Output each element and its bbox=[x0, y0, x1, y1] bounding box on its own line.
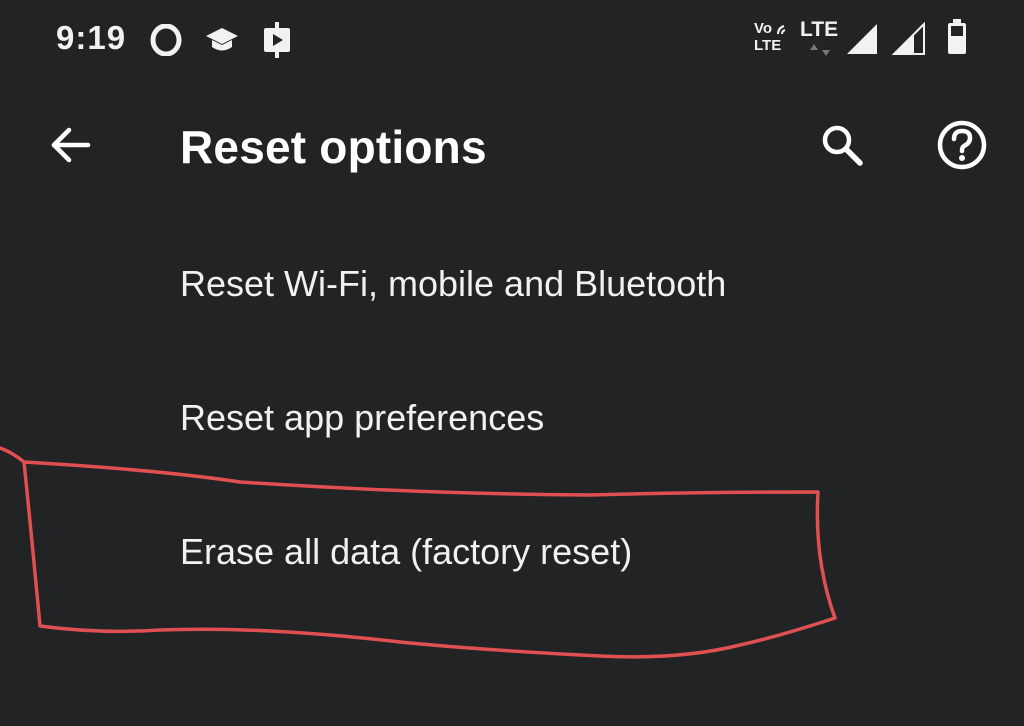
list-item-label: Reset app preferences bbox=[180, 397, 545, 438]
screen-record-icon bbox=[260, 20, 294, 65]
help-icon bbox=[937, 120, 987, 170]
search-icon bbox=[822, 125, 863, 166]
signal-full-icon bbox=[845, 22, 879, 61]
volte-top-label: Vo bbox=[754, 20, 773, 37]
graduation-cap-icon bbox=[204, 24, 240, 61]
volte-bottom-label: LTE bbox=[754, 37, 782, 54]
back-button[interactable] bbox=[40, 115, 100, 175]
list-item-reset-app-preferences[interactable]: Reset app preferences bbox=[0, 350, 1024, 482]
battery-icon bbox=[946, 18, 968, 61]
status-bar: 9:19 Vo LTE LTE bbox=[0, 0, 1024, 80]
search-button[interactable] bbox=[812, 115, 872, 175]
signal-partial-icon bbox=[891, 21, 926, 61]
network-type-label: LTE bbox=[800, 18, 839, 41]
lte-icon: LTE bbox=[800, 18, 844, 58]
page-title: Reset options bbox=[180, 121, 487, 173]
app-bar bbox=[0, 95, 1024, 205]
list-item-reset-network[interactable]: Reset Wi-Fi, mobile and Bluetooth bbox=[0, 218, 1024, 350]
list-item-factory-reset[interactable]: Erase all data (factory reset) bbox=[0, 482, 1024, 614]
list-item-label: Erase all data (factory reset) bbox=[180, 531, 633, 572]
list-item-label: Reset Wi-Fi, mobile and Bluetooth bbox=[180, 263, 727, 304]
status-time: 9:19 bbox=[56, 19, 127, 56]
help-button[interactable] bbox=[932, 115, 992, 175]
volte-icon: Vo LTE bbox=[752, 20, 792, 60]
arrow-left-icon bbox=[51, 127, 91, 163]
opera-icon bbox=[150, 23, 182, 61]
